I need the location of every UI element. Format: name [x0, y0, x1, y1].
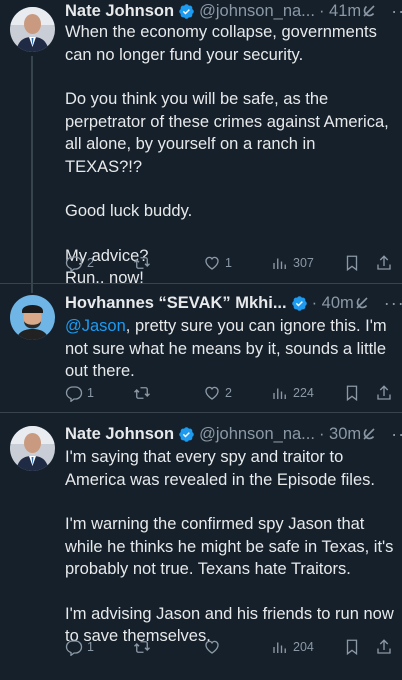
grok-icon[interactable] — [361, 426, 377, 442]
tweet-actions: 1 204 — [65, 638, 395, 658]
reply-count: 1 — [87, 640, 94, 654]
view-count: 204 — [293, 640, 314, 654]
author-handle[interactable]: @johnson_na... — [199, 425, 315, 444]
tweet-paragraph: When the economy collapse, governments c… — [65, 23, 377, 64]
views-icon — [271, 638, 289, 656]
tweet-header: Nate Johnson @johnson_na... · 30m ··· — [65, 423, 402, 445]
timestamp[interactable]: · 40m — [312, 294, 354, 313]
repost-icon — [133, 254, 151, 272]
author-name[interactable]: Nate Johnson — [65, 425, 174, 444]
thread-line — [31, 56, 33, 286]
author-handle[interactable]: @johnson_na... — [199, 2, 315, 21]
repost-button[interactable] — [133, 638, 155, 656]
share-button[interactable] — [375, 638, 393, 656]
share-icon — [375, 384, 393, 402]
avatar[interactable] — [10, 7, 55, 52]
author-name[interactable]: Nate Johnson — [65, 2, 174, 21]
like-button[interactable]: 1 — [203, 254, 232, 272]
verified-badge-icon — [178, 3, 195, 20]
reply-icon — [65, 638, 83, 656]
tweet-paragraph: I'm warning the confirmed spy Jason that… — [65, 515, 394, 578]
tweet-actions: 1 2 224 — [65, 384, 395, 404]
tweet-2[interactable]: Hovhannes “SEVAK” Mkhi... · 40m ··· @Jas… — [0, 283, 402, 410]
grok-icon[interactable] — [354, 295, 370, 311]
reply-icon — [65, 254, 83, 272]
mention-link[interactable]: @Jason — [65, 317, 126, 335]
verified-badge-icon — [291, 295, 308, 312]
views-icon — [271, 384, 289, 402]
views-button[interactable]: 307 — [271, 254, 314, 272]
reply-icon — [65, 384, 83, 402]
repost-button[interactable] — [133, 384, 155, 402]
reply-button[interactable]: 2 — [65, 254, 94, 272]
share-icon — [375, 254, 393, 272]
tweet-1[interactable]: Nate Johnson @johnson_na... · 41m ··· Wh… — [0, 0, 402, 287]
thread-line — [31, 283, 33, 293]
views-icon — [271, 254, 289, 272]
more-icon[interactable]: ··· — [384, 293, 402, 314]
tweet-header: Nate Johnson @johnson_na... · 41m ··· — [65, 0, 402, 22]
like-button[interactable]: 2 — [203, 384, 232, 402]
more-icon[interactable]: ··· — [391, 1, 402, 22]
view-count: 307 — [293, 256, 314, 270]
tweet-body: I'm saying that every spy and traitor to… — [65, 446, 395, 648]
tweet-header: Hovhannes “SEVAK” Mkhi... · 40m ··· — [65, 292, 402, 314]
like-icon — [203, 384, 221, 402]
like-icon — [203, 638, 221, 656]
tweet-paragraph: I'm saying that every spy and traitor to… — [65, 448, 375, 489]
timestamp[interactable]: · 30m — [319, 425, 361, 444]
avatar[interactable] — [10, 426, 55, 471]
reply-count: 2 — [87, 256, 94, 270]
view-count: 224 — [293, 386, 314, 400]
timestamp[interactable]: · 41m — [319, 2, 361, 21]
repost-icon — [133, 384, 151, 402]
share-button[interactable] — [375, 384, 393, 402]
reply-button[interactable]: 1 — [65, 384, 94, 402]
bookmark-button[interactable] — [343, 384, 361, 402]
views-button[interactable]: 224 — [271, 384, 314, 402]
grok-icon[interactable] — [361, 3, 377, 19]
share-button[interactable] — [375, 254, 393, 272]
bookmark-icon — [343, 384, 361, 402]
reply-button[interactable]: 1 — [65, 638, 94, 656]
tweet-paragraph: Good luck buddy. — [65, 202, 193, 220]
avatar[interactable] — [10, 295, 55, 340]
tweet-actions: 2 1 307 — [65, 254, 395, 274]
verified-badge-icon — [178, 426, 195, 443]
tweet-body: @Jason, pretty sure you can ignore this.… — [65, 315, 395, 383]
tweet-3[interactable]: Nate Johnson @johnson_na... · 30m ··· I'… — [0, 413, 402, 680]
tweet-paragraph: Do you think you will be safe, as the pe… — [65, 90, 389, 176]
author-name[interactable]: Hovhannes “SEVAK” Mkhi... — [65, 294, 287, 313]
bookmark-icon — [343, 254, 361, 272]
share-icon — [375, 638, 393, 656]
repost-button[interactable] — [133, 254, 155, 272]
views-button[interactable]: 204 — [271, 638, 314, 656]
bookmark-icon — [343, 638, 361, 656]
bookmark-button[interactable] — [343, 638, 361, 656]
like-count: 2 — [225, 386, 232, 400]
like-count: 1 — [225, 256, 232, 270]
repost-icon — [133, 638, 151, 656]
more-icon[interactable]: ··· — [391, 424, 402, 445]
reply-count: 1 — [87, 386, 94, 400]
like-icon — [203, 254, 221, 272]
like-button[interactable] — [203, 638, 225, 656]
timeline-feed: Nate Johnson @johnson_na... · 41m ··· Wh… — [0, 0, 402, 680]
tweet-paragraph: @Jason, pretty sure you can ignore this.… — [65, 315, 395, 383]
tweet-body: When the economy collapse, governments c… — [65, 21, 395, 290]
bookmark-button[interactable] — [343, 254, 361, 272]
